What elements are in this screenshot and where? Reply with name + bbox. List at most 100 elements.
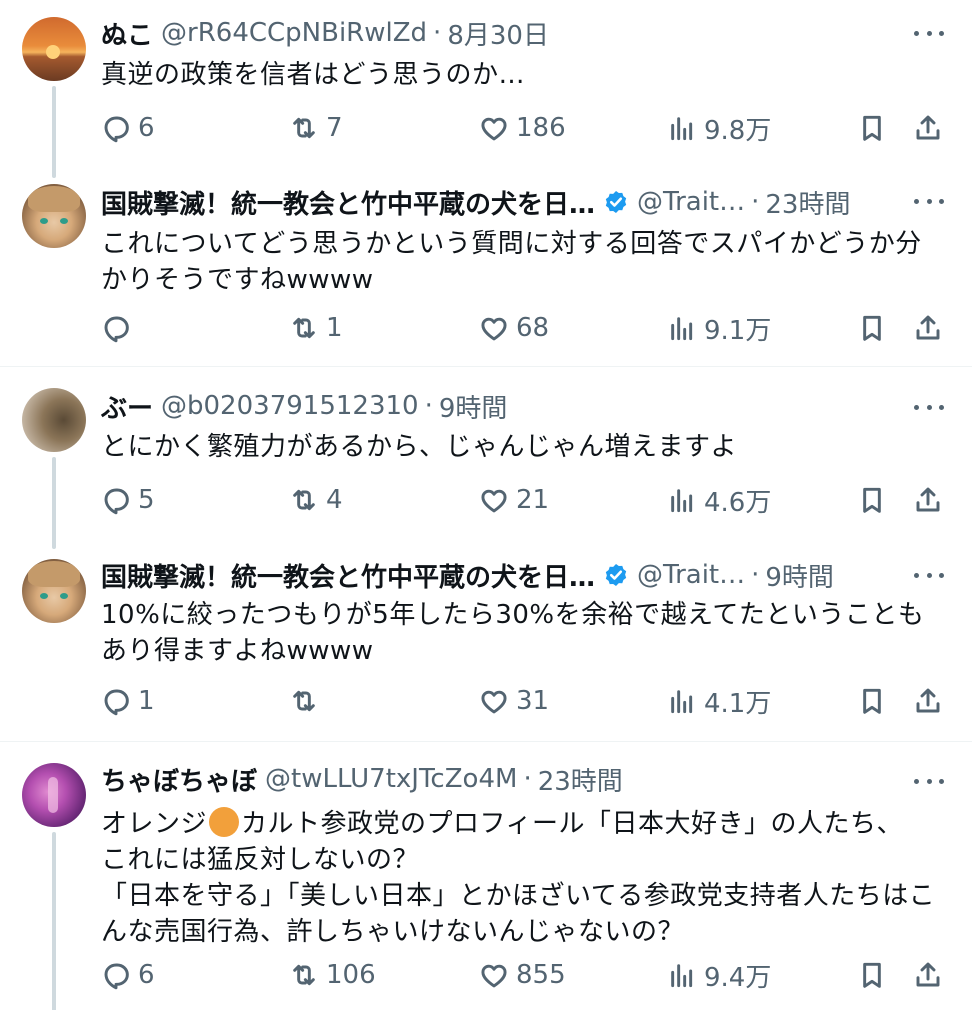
- retweet-icon: [288, 112, 320, 144]
- reply-icon: [100, 959, 132, 991]
- timestamp[interactable]: 23時間: [538, 761, 623, 798]
- views-button[interactable]: 9.4万: [666, 955, 771, 995]
- user-handle[interactable]: @twLLU7txJTcZo4M: [265, 764, 517, 794]
- display-name[interactable]: ちゃぼちゃぼ: [101, 761, 257, 798]
- reply-button[interactable]: 6: [100, 108, 155, 148]
- display-name[interactable]: 国賊撃滅！統一教会と竹中平蔵の犬を日…: [101, 557, 595, 594]
- more-options-icon[interactable]: [914, 560, 944, 590]
- separator-dot: ·: [424, 391, 433, 421]
- thread-line: [52, 457, 56, 549]
- more-options-icon[interactable]: [914, 766, 944, 796]
- anime-character-avatar[interactable]: [22, 184, 86, 248]
- tweet-text-part: オレンジ: [101, 809, 208, 839]
- views-chart-icon: [666, 312, 698, 344]
- tweet[interactable]: 国賊撃滅！統一教会と竹中平蔵の犬を日… @Trait… · 23時間 これについ…: [0, 180, 972, 366]
- view-count: 4.1万: [704, 688, 772, 719]
- like-button[interactable]: 31: [478, 681, 549, 721]
- separator-dot: ·: [433, 18, 442, 48]
- more-options-icon[interactable]: [914, 392, 944, 422]
- tweet[interactable]: ぶー @b0203791512310 · 9時間 とにかく繁殖力があるから、じゃ…: [0, 367, 972, 549]
- share-icon: [912, 685, 944, 717]
- views-button[interactable]: 9.1万: [666, 308, 771, 348]
- share-button[interactable]: [912, 308, 944, 348]
- verified-badge-icon: [603, 189, 629, 215]
- views-button[interactable]: 4.1万: [666, 681, 771, 721]
- timestamp[interactable]: 9時間: [439, 388, 508, 425]
- separator-dot: ·: [751, 560, 760, 590]
- views-button[interactable]: 9.8万: [666, 108, 771, 148]
- like-button[interactable]: 186: [478, 108, 566, 148]
- bookmark-button[interactable]: [856, 681, 888, 721]
- retweet-button[interactable]: 106: [288, 955, 376, 995]
- tweet[interactable]: 国賊撃滅！統一教会と竹中平蔵の犬を日… @Trait… · 9時間 10%に絞っ…: [0, 547, 972, 741]
- reply-button[interactable]: [100, 308, 138, 348]
- share-button[interactable]: [912, 955, 944, 995]
- tweet-header: 国賊撃滅！統一教会と竹中平蔵の犬を日… @Trait… · 9時間: [101, 555, 892, 595]
- tweet-header: ぬこ @rR64CCpNBiRwlZd · 8月30日: [101, 13, 892, 53]
- tweet-header: ちゃぼちゃぼ @twLLU7txJTcZo4M · 23時間: [101, 759, 892, 799]
- timestamp[interactable]: 8月30日: [447, 15, 549, 52]
- user-handle[interactable]: @Trait…: [637, 187, 745, 217]
- view-count: 4.6万: [704, 487, 772, 518]
- timestamp[interactable]: 23時間: [765, 184, 850, 221]
- tweet-actions: 1 31 4.1万: [100, 681, 948, 721]
- user-handle[interactable]: @rR64CCpNBiRwlZd: [161, 18, 427, 48]
- thread-line: [52, 832, 56, 1010]
- retweet-count: 1: [326, 313, 343, 343]
- thread-line: [52, 86, 56, 178]
- tweet-text: とにかく繁殖力があるから、じゃんじゃん増えますよ: [101, 432, 738, 462]
- tweet-actions: 6 106 855 9.4万: [100, 955, 948, 995]
- more-options-icon[interactable]: [914, 186, 944, 216]
- views-chart-icon: [666, 685, 698, 717]
- views-button[interactable]: 4.6万: [666, 480, 771, 520]
- like-button[interactable]: 68: [478, 308, 549, 348]
- views-chart-icon: [666, 959, 698, 991]
- reply-button[interactable]: 6: [100, 955, 155, 995]
- timestamp[interactable]: 9時間: [765, 557, 834, 594]
- like-button[interactable]: 855: [478, 955, 566, 995]
- separator-dot: ·: [751, 187, 760, 217]
- anime-character-avatar[interactable]: [22, 559, 86, 623]
- user-handle[interactable]: @b0203791512310: [161, 391, 419, 421]
- heart-icon: [478, 959, 510, 991]
- user-handle[interactable]: @Trait…: [637, 560, 745, 590]
- more-options-icon[interactable]: [914, 18, 944, 48]
- bookmark-button[interactable]: [856, 480, 888, 520]
- bookmark-button[interactable]: [856, 955, 888, 995]
- view-count: 9.8万: [704, 115, 772, 146]
- share-button[interactable]: [912, 108, 944, 148]
- share-button[interactable]: [912, 681, 944, 721]
- bookmark-button[interactable]: [856, 108, 888, 148]
- retweet-count: 106: [326, 960, 376, 990]
- sunset-avatar[interactable]: [22, 17, 86, 81]
- reply-count: 1: [138, 686, 155, 716]
- retweet-button[interactable]: 4: [288, 480, 343, 520]
- reply-button[interactable]: 5: [100, 480, 155, 520]
- like-button[interactable]: 21: [478, 480, 549, 520]
- blurred-photo-avatar[interactable]: [22, 388, 86, 452]
- retweet-icon: [288, 685, 320, 717]
- retweet-button[interactable]: 7: [288, 108, 343, 148]
- retweet-button[interactable]: 1: [288, 308, 343, 348]
- tweet[interactable]: ぬこ @rR64CCpNBiRwlZd · 8月30日 真逆の政策を信者はどう思…: [0, 0, 972, 180]
- reply-button[interactable]: 1: [100, 681, 155, 721]
- views-chart-icon: [666, 484, 698, 516]
- heart-icon: [478, 685, 510, 717]
- retweet-button[interactable]: [288, 681, 326, 721]
- bookmark-icon: [856, 112, 888, 144]
- display-name[interactable]: ぬこ: [101, 15, 153, 52]
- tweet-actions: 6 7 186 9.8万: [100, 108, 948, 148]
- verified-badge-icon: [603, 562, 629, 588]
- bookmark-button[interactable]: [856, 308, 888, 348]
- heart-icon: [478, 112, 510, 144]
- reply-icon: [100, 312, 132, 344]
- tweet[interactable]: ちゃぼちゃぼ @twLLU7txJTcZo4M · 23時間 オレンジ カルト参政…: [0, 742, 972, 1010]
- like-count: 21: [516, 485, 550, 515]
- display-name[interactable]: ぶー: [101, 388, 153, 425]
- tweet-text: 10%に絞ったつもりが5年したら30%を余裕で越えてたということもあり得ますよね…: [101, 600, 925, 666]
- reply-count: 5: [138, 485, 155, 515]
- share-button[interactable]: [912, 480, 944, 520]
- display-name[interactable]: 国賊撃滅！統一教会と竹中平蔵の犬を日…: [101, 184, 595, 221]
- share-icon: [912, 112, 944, 144]
- purple-concert-avatar[interactable]: [22, 763, 86, 827]
